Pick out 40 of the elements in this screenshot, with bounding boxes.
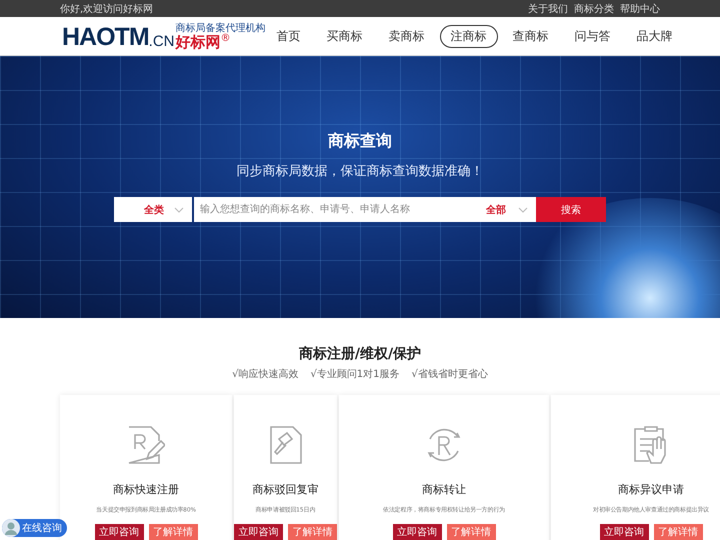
logo-name: 好标网 (176, 34, 220, 50)
banner-subtitle: 同步商标局数据，保证商标查询数据准确！ (236, 163, 484, 180)
nav-item[interactable]: 买商标 (316, 24, 374, 48)
document-pencil-icon (127, 425, 166, 465)
search-button[interactable]: 搜索 (536, 197, 606, 222)
card-title: 商标异议申请 (618, 482, 684, 497)
section-title: 商标注册/维权/保护 (298, 345, 422, 363)
document-gavel-icon (268, 425, 303, 465)
banner-title: 商标查询 (328, 131, 392, 152)
nav-item[interactable]: 查商标 (502, 24, 560, 48)
category-select[interactable]: 全类 (114, 197, 192, 222)
avatar-icon (2, 519, 20, 537)
nav-item[interactable]: 品大牌 (626, 24, 684, 48)
chevron-icon (518, 206, 528, 212)
card-title: 商标快速注册 (113, 482, 180, 497)
feature-text: √省钱省时更省心 (412, 368, 488, 381)
scope-select[interactable]: 全部 (486, 197, 536, 222)
chat-widget[interactable]: 在线咨询 (2, 519, 67, 537)
consult-button[interactable]: 立即咨询 (392, 524, 442, 540)
feature-text: √响应快速高效 (232, 368, 298, 381)
top-link[interactable]: 商标分类 (574, 2, 614, 16)
search-field[interactable]: 输入您想查询的商标名称、申请号、申请人名称 (194, 197, 486, 222)
nav-item[interactable]: 首页 (266, 24, 312, 48)
registered-mark: ® (220, 34, 230, 44)
card-title: 商标转让 (422, 482, 466, 497)
card-title: 商标驳回复审 (252, 482, 319, 497)
top-link[interactable]: 关于我们 (528, 2, 568, 16)
consult-button[interactable]: 立即咨询 (234, 524, 284, 540)
nav-item[interactable]: 问与答 (564, 24, 622, 48)
greeting-text: 你好,欢迎访问好标网 (60, 2, 154, 16)
feature-text: √专业顾问1对1服务 (310, 368, 400, 381)
logo-text[interactable]: HAOTM (62, 24, 149, 50)
nav-item[interactable]: 卖商标 (378, 24, 436, 48)
nav-item[interactable]: 注商标 (440, 24, 498, 48)
logo-domain: .CN (148, 34, 174, 50)
top-link[interactable]: 帮助中心 (620, 2, 660, 16)
consult-button[interactable]: 立即咨询 (600, 524, 649, 540)
chevron-icon (174, 206, 184, 212)
logo-tagline: 商标局备案代理机构 (176, 22, 266, 34)
consult-button[interactable]: 立即咨询 (94, 524, 144, 540)
